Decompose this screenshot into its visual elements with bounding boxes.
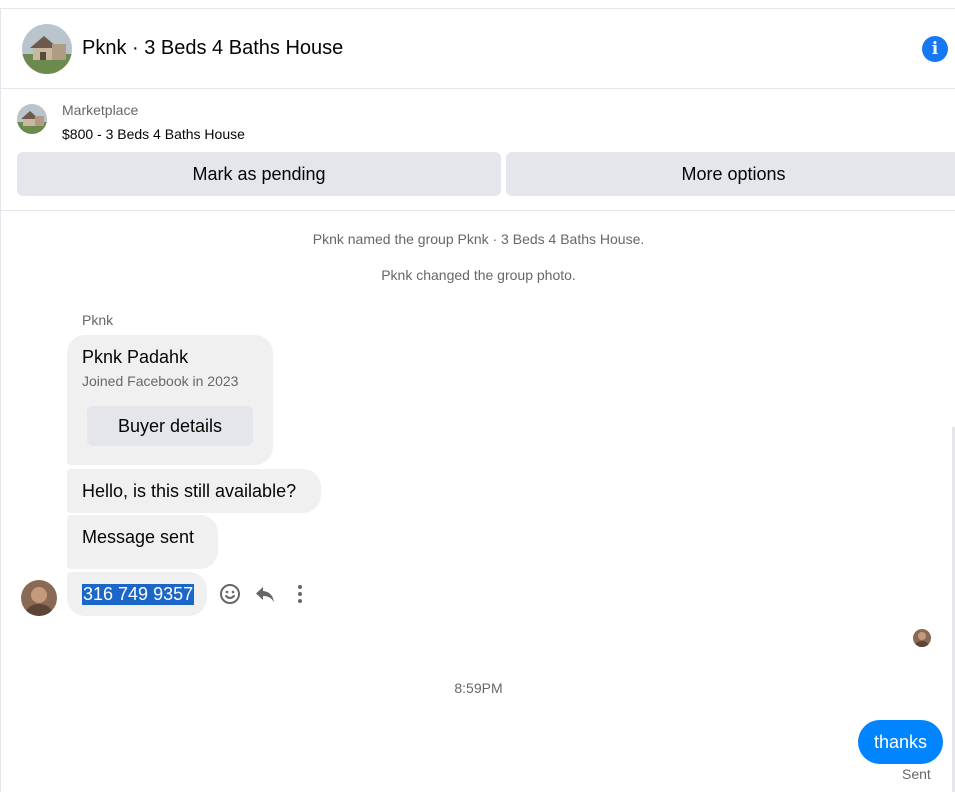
listing-title[interactable]: $800 - 3 Beds 4 Baths House [62, 126, 245, 142]
marketplace-panel: Marketplace $800 - 3 Beds 4 Baths House … [1, 89, 955, 211]
message-text: Hello, is this still available? [82, 480, 297, 501]
buyer-details-button[interactable]: Buyer details [87, 406, 253, 446]
message-bubble[interactable]: 316 749 9357 [67, 572, 207, 616]
system-message: Pknk changed the group photo. [381, 267, 576, 283]
group-avatar[interactable] [22, 24, 72, 74]
chat-header: Pknk · 3 Beds 4 Baths House i [1, 9, 955, 89]
sender-name: Pknk [82, 312, 114, 328]
message-text: Message sent [82, 527, 195, 547]
sent-status: Sent [902, 766, 931, 782]
info-icon[interactable]: i [922, 36, 948, 62]
listing-thumbnail[interactable] [17, 104, 47, 134]
read-receipt-avatar [913, 629, 931, 647]
message-bubble[interactable]: Message sent [67, 515, 218, 569]
sender-avatar[interactable] [21, 580, 57, 616]
timestamp: 8:59PM [454, 680, 503, 696]
message-bubble[interactable]: Hello, is this still available? [67, 469, 321, 513]
more-options-button[interactable]: More options [506, 152, 955, 196]
react-emoji-icon[interactable] [218, 582, 242, 606]
buyer-joined: Joined Facebook in 2023 [82, 373, 239, 389]
chat-window: Pknk · 3 Beds 4 Baths House i Marketplac… [0, 8, 955, 792]
more-vertical-icon[interactable] [288, 582, 312, 606]
marketplace-label: Marketplace [62, 102, 139, 118]
outgoing-message-bubble[interactable]: thanks [858, 720, 943, 764]
message-text: thanks [873, 731, 928, 752]
reply-icon[interactable] [253, 582, 277, 606]
system-message: Pknk named the group Pknk · 3 Beds 4 Bat… [312, 231, 645, 247]
mark-pending-button[interactable]: Mark as pending [17, 152, 501, 196]
buyer-card: Pknk Padahk Joined Facebook in 2023 Buye… [67, 335, 273, 465]
selected-phone-number[interactable]: 316 749 9357 [82, 583, 195, 605]
buyer-name: Pknk Padahk [82, 347, 189, 367]
chat-title: Pknk · 3 Beds 4 Baths House [82, 37, 344, 59]
